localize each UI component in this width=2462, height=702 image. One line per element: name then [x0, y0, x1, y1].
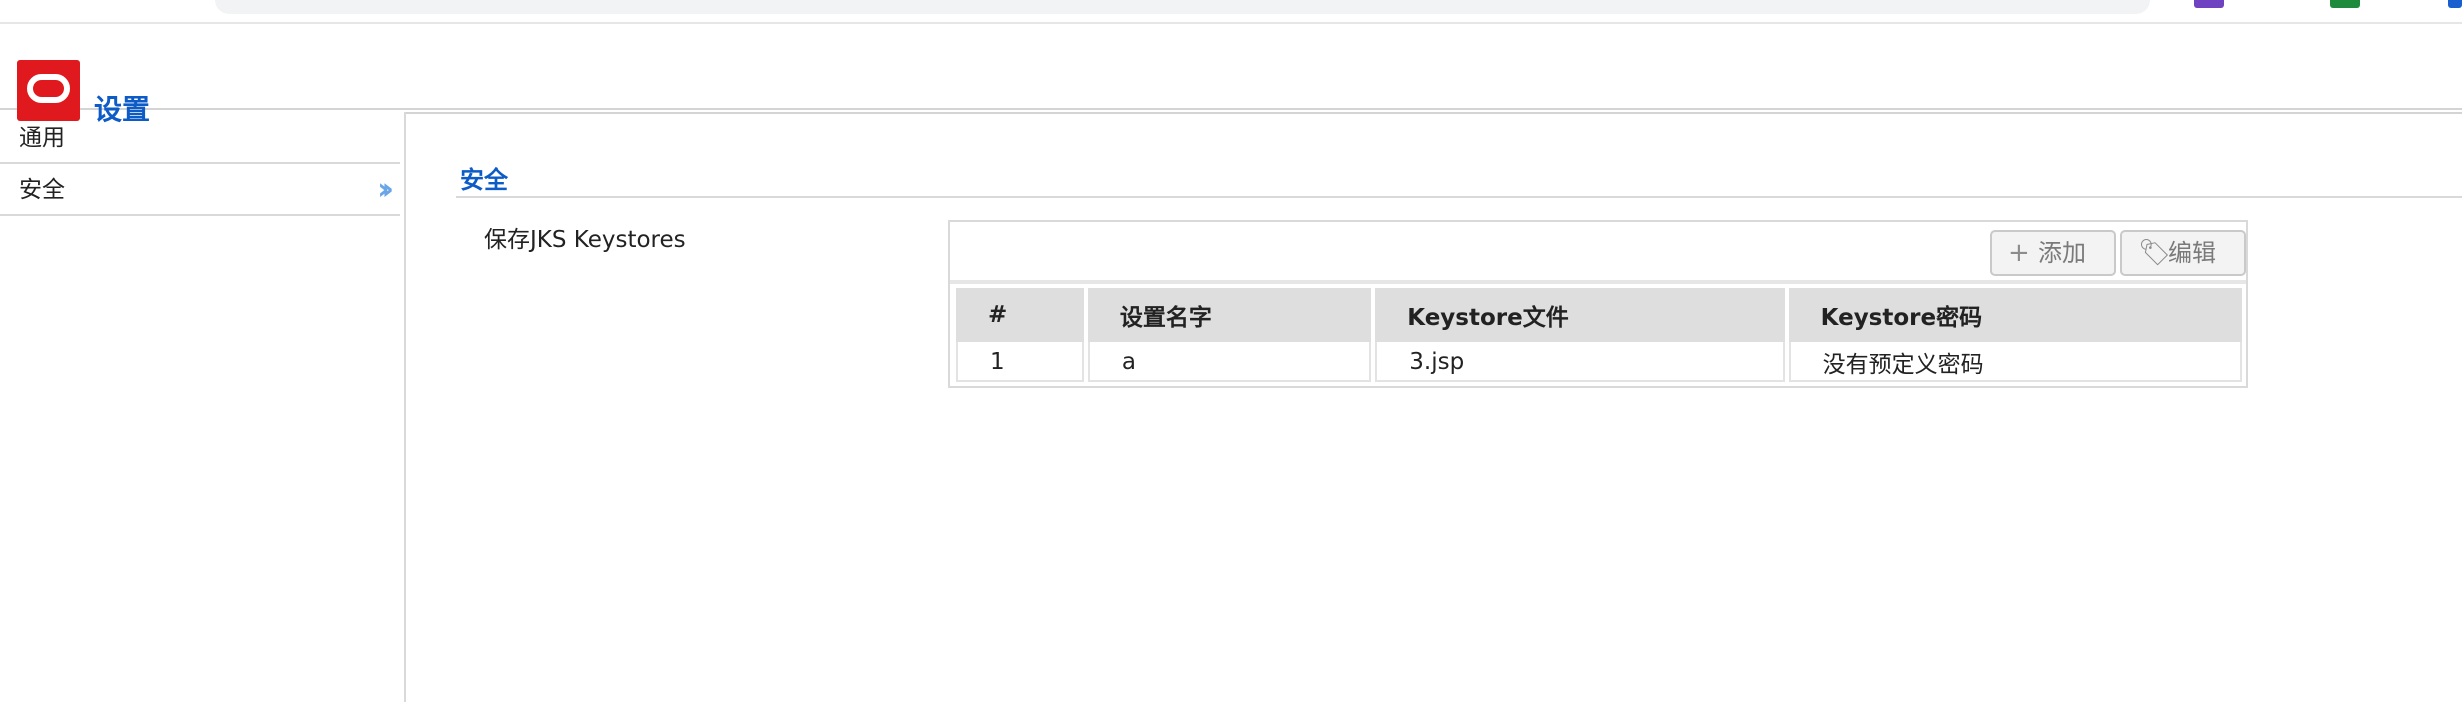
sidebar-item-security[interactable]: 安全 ›› [0, 164, 400, 216]
column-header-keystore-file[interactable]: Keystore文件 [1375, 288, 1785, 342]
add-button-label: 添加 [2038, 239, 2086, 267]
main-content: 安全 保存JKS Keystores + 添加 🏷 编辑 # 设置名字 Keys… [406, 112, 2462, 702]
sidebar-item-label: 安全 [19, 177, 65, 203]
browser-top-strip [0, 0, 2462, 24]
cell-keystore-password: 没有预定义密码 [1788, 342, 2242, 382]
sidebar-item-general[interactable]: 通用 [0, 112, 400, 164]
cell-keystore-file: 3.jsp [1375, 342, 1785, 382]
keystores-label: 保存JKS Keystores [484, 227, 686, 253]
sidebar: 通用 安全 ›› [0, 112, 400, 702]
table-toolbar: + 添加 🏷 编辑 [950, 222, 2246, 284]
edit-button-label: 编辑 [2168, 239, 2216, 267]
add-button[interactable]: + 添加 [1990, 230, 2116, 276]
cell-index: 1 [956, 342, 1084, 382]
app-header: 设置 [0, 24, 2462, 126]
address-bar[interactable] [215, 0, 2150, 14]
edit-button[interactable]: 🏷 编辑 [2120, 230, 2246, 276]
extension-icon[interactable] [2330, 0, 2360, 8]
keystores-table-panel: + 添加 🏷 编辑 # 设置名字 Keystore文件 Keystore密码 1 [948, 220, 2248, 388]
cell-setting-name: a [1087, 342, 1372, 382]
keystores-table: # 设置名字 Keystore文件 Keystore密码 1 a 3.jsp 没… [952, 288, 2246, 382]
extension-icon[interactable] [2448, 0, 2462, 8]
plus-icon: + [2008, 238, 2030, 268]
table-row[interactable]: 1 a 3.jsp 没有预定义密码 [956, 342, 2242, 382]
double-chevron-right-icon: ›› [377, 172, 393, 207]
section-title: 安全 [460, 166, 508, 194]
column-header-keystore-password[interactable]: Keystore密码 [1788, 288, 2242, 342]
column-header-setting-name[interactable]: 设置名字 [1087, 288, 1372, 342]
tag-icon: 🏷 [2138, 238, 2172, 268]
extension-icon[interactable] [2194, 0, 2224, 8]
sidebar-item-label: 通用 [19, 125, 65, 151]
section-divider [456, 196, 2462, 198]
column-header-index[interactable]: # [956, 288, 1084, 342]
table-header-row: # 设置名字 Keystore文件 Keystore密码 [956, 288, 2242, 342]
